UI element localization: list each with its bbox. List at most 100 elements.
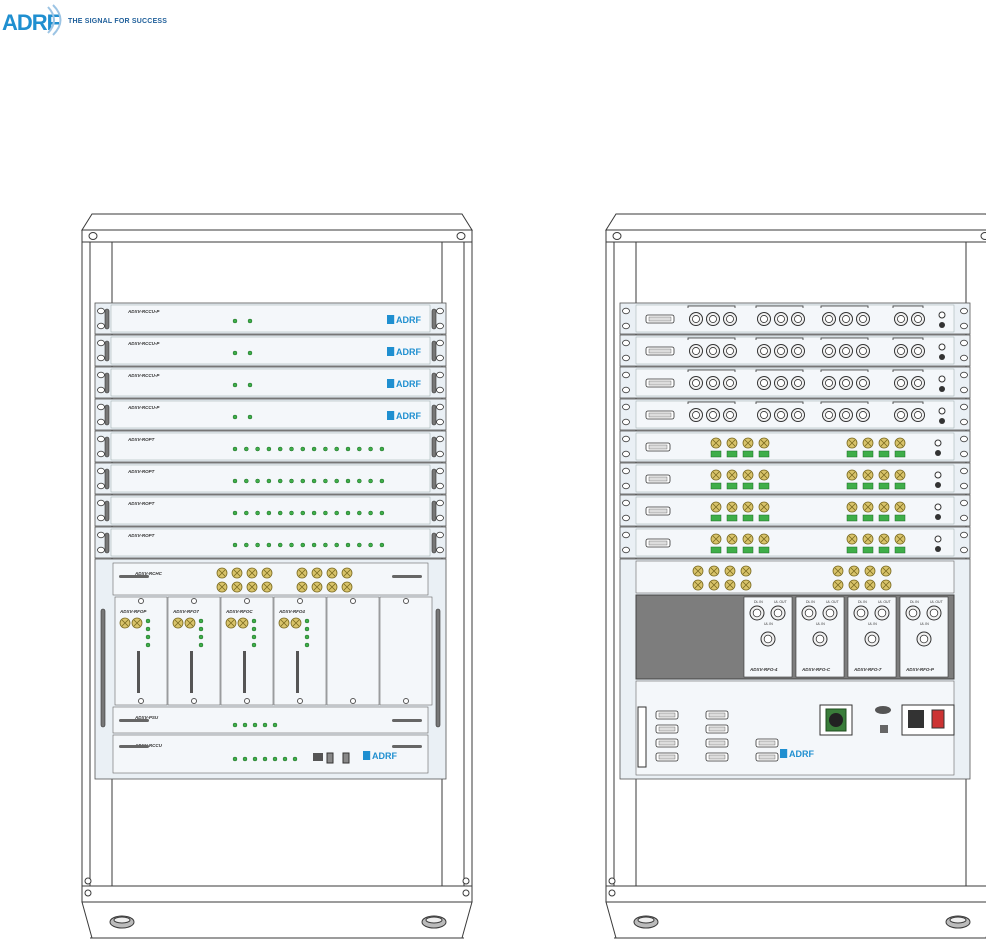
status-led [289,542,294,548]
card-screw [244,698,250,704]
rf-port-core [709,315,717,323]
status-led [311,446,317,452]
mount-hole [436,371,444,379]
fiber-adapter [758,482,770,490]
fiber-adapter [758,514,770,522]
bolt [980,232,986,240]
mount-hole [622,467,630,475]
status-led [252,756,258,762]
rack-bottom-rail [605,885,986,903]
fiber-adapter [862,450,874,458]
fiber-adapter [742,514,754,522]
rf-port-core [859,379,867,387]
rear-module: DL IN UL OUT UL IN ADXV-RFO-7 [847,596,897,678]
status-led [311,510,317,516]
mount-hole [960,482,968,490]
status-led [300,478,306,484]
mount-hole [622,546,630,554]
handle [104,532,110,554]
dsub-pins [648,444,668,450]
unit-model-label: ADXV-ROPT [127,469,156,474]
mount-hole [960,339,968,347]
rear-chassis: DL IN UL OUT UL IN ADXV-RFO-4 DL IN UL OUT UL … [619,558,971,780]
screw [608,889,616,897]
status-led [334,542,339,548]
port-label: DL IN [910,600,919,604]
status-led [300,446,306,452]
rf-port-core [777,347,785,355]
status-led [277,478,283,484]
mount-hole [97,467,105,475]
status-led [289,478,294,484]
status-led [368,542,373,548]
status-led [232,542,238,548]
mount-hole [436,354,444,362]
dsub-pins [758,740,776,746]
rf-port-core [760,315,768,323]
port-label: UL IN [816,622,825,626]
status-led [357,478,362,484]
badge-block [387,379,395,388]
screw [608,877,616,885]
ground-terminal [939,386,945,392]
fuse [880,725,888,733]
rf-port-core [709,347,717,355]
status-led [345,510,351,516]
unit-face [110,464,431,493]
screw [462,877,470,885]
badge-logo: ADRF [789,749,814,759]
status-led [251,618,257,624]
ground-terminal [939,354,945,360]
mount-hole [97,450,105,458]
card-screw [297,698,303,704]
mount-hole [436,467,444,475]
rf-port-core [794,315,802,323]
screw [84,877,92,885]
unit-face [635,528,955,557]
status-led [311,542,317,548]
dsub-pins [648,540,668,546]
fiber-adapter [726,514,738,522]
card-model-label: ADXV-RFO7 [172,609,199,614]
adrf-badge: ADRF [387,347,421,357]
front-unit-opt: ADXV-ROPT [94,494,447,527]
rack-foot-top [113,916,131,924]
handle-bar [119,719,149,722]
mount-hole [960,435,968,443]
handle [104,340,110,362]
handle [431,340,437,362]
mount-hole [622,354,630,362]
status-led [300,510,306,516]
status-led [251,626,257,632]
rf-port-core [692,379,700,387]
handle-bar [392,745,422,748]
rf-port-core [760,347,768,355]
mount-hole [436,546,444,554]
ac-inlet [908,710,924,728]
fiber-adapter [726,546,738,554]
ground-terminal [938,375,946,383]
card-slot [326,596,380,706]
rf-port-core [777,379,785,387]
badge-block [780,749,788,758]
mount-hole [97,499,105,507]
status-led [323,510,328,516]
unit-face [635,496,955,525]
front-unit-rcu: ADXV-RCCU-P ADRF [94,366,447,399]
unit-model-label: ADXV-RCCU-P [127,309,160,314]
status-led [323,446,328,452]
rack-base [81,901,473,939]
rack-top-cap [81,213,473,231]
dsub-pins [708,712,726,718]
fiber-adapter [862,546,874,554]
dsub-pins [758,754,776,760]
status-led [232,446,238,452]
power-switch [875,706,891,714]
card-model-label: ADXV-RFOP [119,609,147,614]
mount-hole [97,322,105,330]
rear-opt-unit [619,430,971,463]
fiber-adapter [758,546,770,554]
mount-hole [622,371,630,379]
fiber-adapter [878,514,890,522]
status-led [198,626,204,632]
